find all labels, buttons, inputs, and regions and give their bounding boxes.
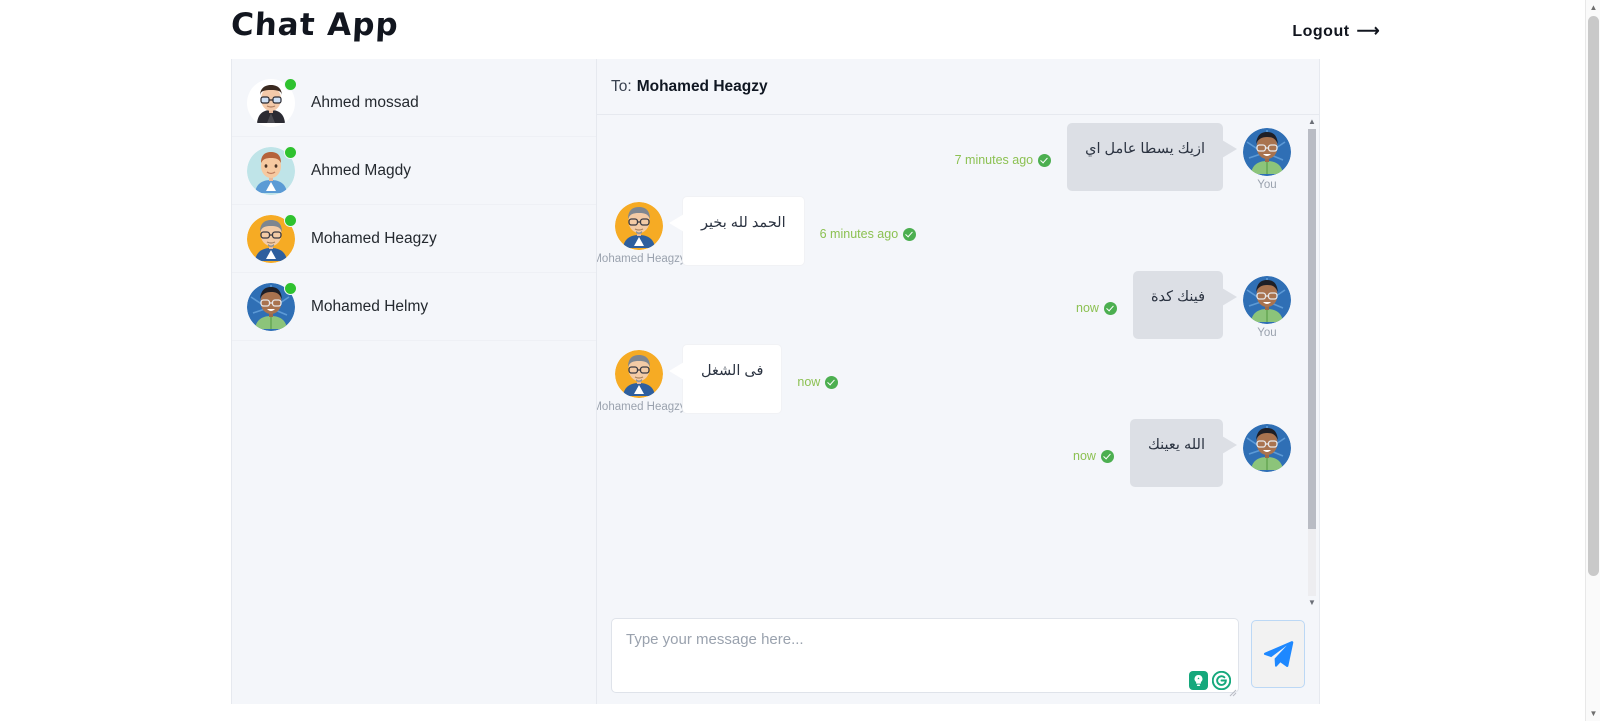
message-input[interactable] <box>611 618 1239 693</box>
avatar <box>247 145 297 195</box>
avatar <box>247 281 297 331</box>
scroll-up-icon[interactable]: ▲ <box>1305 115 1319 129</box>
delivered-check-icon <box>1103 301 1117 315</box>
contact-name: Ahmed mossad <box>311 93 419 111</box>
message-sender-name: Mohamed Heagzy <box>597 253 686 265</box>
chat-panel: To: Mohamed Heagzy 7 minutes ago ازيك يس… <box>597 59 1319 704</box>
avatar-glasses-green-shirt-blue-bg-icon <box>1243 128 1291 176</box>
app-header: Chat App Logout ⟶ <box>0 0 1585 59</box>
contact-item[interactable]: Mohamed Helmy <box>232 273 596 341</box>
message-input-wrap <box>611 618 1239 698</box>
message-bubble: ازيك يسطا عامل اي <box>1067 123 1237 191</box>
message-row: now الله يعينك <box>609 419 1297 487</box>
message-avatar-block: Mohamed Heagzy <box>597 350 686 413</box>
chat-header: To: Mohamed Heagzy <box>597 59 1319 115</box>
paper-plane-icon <box>1263 641 1294 668</box>
lightbulb-icon[interactable] <box>1189 671 1208 690</box>
message-bubble: الحمد لله بخير <box>669 197 804 265</box>
message-bubble: الله يعينك <box>1129 419 1238 487</box>
messages-scrollbar[interactable]: ▲ ▼ <box>1305 115 1319 610</box>
message-list: 7 minutes ago ازيك يسطا عامل اي You Moha… <box>597 115 1319 610</box>
message-timestamp: now <box>1076 301 1099 315</box>
message-row: now فينك كدة You <box>609 271 1297 339</box>
avatar-grey-hair-orange-bg-icon <box>615 350 663 398</box>
status-online-indicator <box>284 145 297 159</box>
message-row: 7 minutes ago ازيك يسطا عامل اي You <box>609 123 1297 191</box>
message-timestamp: 6 minutes ago <box>819 227 899 241</box>
message-meta: now <box>1073 449 1114 463</box>
contact-name: Mohamed Helmy <box>311 297 429 315</box>
message-timestamp: now <box>797 375 821 389</box>
logout-label: Logout <box>1292 23 1350 40</box>
browser-scrollbar[interactable]: ▲ ▼ <box>1585 0 1600 721</box>
message-row: Mohamed Heagzy الحمد لله بخير 6 minutes … <box>597 197 1297 265</box>
status-online-indicator <box>284 281 297 295</box>
contact-name: Mohamed Heagzy <box>311 229 437 247</box>
status-online-indicator <box>284 213 297 227</box>
contacts-sidebar: Ahmed mossad Ahmed Magdy Mohamed Heagzy … <box>232 59 597 704</box>
grammarly-g-icon[interactable] <box>1212 671 1231 690</box>
message-meta: now <box>1076 301 1117 315</box>
contact-item[interactable]: Ahmed Magdy <box>232 137 596 205</box>
app-page: Chat App Logout ⟶ Ahmed mossad Ahmed Mag… <box>0 0 1600 721</box>
contact-item[interactable]: Ahmed mossad <box>232 69 596 137</box>
avatar <box>247 213 297 263</box>
delivered-check-icon <box>1100 449 1114 463</box>
arrow-right-icon: ⟶ <box>1356 23 1380 40</box>
message-avatar-block: You <box>1237 128 1297 191</box>
scrollbar-thumb[interactable] <box>1308 129 1316 529</box>
message-bubble: فى الشغل <box>668 345 782 413</box>
message-sender-name: You <box>1257 327 1277 339</box>
message-sender-name: You <box>1257 179 1277 191</box>
send-button[interactable] <box>1251 620 1305 688</box>
message-avatar-block: You <box>1237 276 1297 339</box>
page-title: Chat App <box>230 7 400 43</box>
avatar-glasses-green-shirt-blue-bg-icon <box>1243 276 1291 324</box>
message-meta: 7 minutes ago <box>955 153 1052 167</box>
scroll-down-icon[interactable]: ▼ <box>1305 596 1319 610</box>
contact-name: Ahmed Magdy <box>311 161 411 179</box>
message-sender-name: Mohamed Heagzy <box>597 401 686 413</box>
app-shell: Ahmed mossad Ahmed Magdy Mohamed Heagzy … <box>231 59 1320 704</box>
avatar-glasses-green-shirt-blue-bg-icon <box>1243 424 1291 472</box>
page-scrollbar-thumb[interactable] <box>1588 16 1599 576</box>
delivered-check-icon <box>1038 153 1052 167</box>
message-composer <box>597 610 1319 704</box>
delivered-check-icon <box>903 227 917 241</box>
page-scroll-down-icon[interactable]: ▼ <box>1586 706 1600 721</box>
logout-button[interactable]: Logout ⟶ <box>1292 23 1380 41</box>
contact-item[interactable]: Mohamed Heagzy <box>232 205 596 273</box>
message-row: Mohamed Heagzy فى الشغل now <box>597 345 1297 413</box>
message-meta: now <box>797 375 839 389</box>
status-online-indicator <box>284 77 297 91</box>
message-avatar-block: Mohamed Heagzy <box>597 202 686 265</box>
message-timestamp: 7 minutes ago <box>954 153 1034 167</box>
message-bubble: فينك كدة <box>1132 271 1238 339</box>
avatar-grey-hair-orange-bg-icon <box>615 202 663 250</box>
page-scroll-up-icon[interactable]: ▲ <box>1586 0 1600 15</box>
message-timestamp: now <box>1073 449 1096 463</box>
avatar <box>247 77 297 127</box>
to-label: To: <box>611 77 632 95</box>
message-meta: 6 minutes ago <box>820 227 917 241</box>
delivered-check-icon <box>825 375 839 389</box>
grammarly-badge[interactable] <box>1186 669 1234 692</box>
chat-recipient-name: Mohamed Heagzy <box>636 77 768 95</box>
message-avatar-block <box>1237 424 1297 472</box>
